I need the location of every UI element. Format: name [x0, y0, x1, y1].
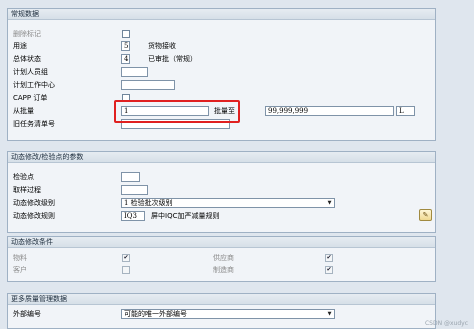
usage-label: 用途 [13, 42, 27, 50]
general-data-group: 常规数据 删除标记 用途 5 货物接收 总体状态 4 已审批（常规） 计划人员组… [7, 8, 436, 141]
watermark: CSDN @xudyc [424, 320, 468, 327]
old-task-list-label: 旧任务清单号 [13, 120, 55, 128]
deletion-flag-label: 删除标记 [13, 30, 41, 38]
mod-level-dropdown[interactable]: 1 检验批次级别 ▼ [121, 198, 335, 208]
inspection-point-field[interactable] [121, 172, 140, 182]
deletion-flag-checkbox[interactable] [122, 30, 130, 38]
plan-work-center-field[interactable] [121, 80, 175, 90]
external-number-dropdown[interactable]: 可能的唯一外部编号 ▼ [121, 309, 335, 319]
external-number-label: 外部编号 [13, 310, 41, 318]
top-strip [0, 0, 474, 8]
highlight-box [114, 100, 240, 123]
material-label: 物料 [13, 254, 27, 262]
manufacturer-checkbox[interactable]: ✔ [325, 266, 333, 274]
mod-level-value: 1 检验批次级别 [124, 199, 173, 207]
vendor-label: 供应商 [213, 254, 234, 262]
material-checkbox[interactable]: ✔ [122, 254, 130, 262]
customer-label: 客户 [13, 266, 27, 274]
sampling-procedure-field[interactable] [121, 185, 148, 195]
unit-field[interactable]: L [396, 106, 415, 116]
customer-checkbox[interactable] [122, 266, 130, 274]
general-data-header: 常规数据 [8, 9, 435, 20]
dynamic-mod-header: 动态修改/检验点的参数 [8, 152, 435, 163]
mod-conditions-group: 动态修改条件 物料 ✔ 供应商 ✔ 客户 制造商 ✔ [7, 236, 436, 282]
inspection-point-label: 检验点 [13, 173, 34, 181]
usage-field[interactable]: 5 [121, 41, 130, 51]
mod-level-label: 动态修改级别 [13, 199, 55, 207]
chevron-down-icon[interactable]: ▼ [326, 200, 333, 206]
capp-order-label: CAPP 订单 [13, 94, 48, 102]
status-field[interactable]: 4 [121, 54, 130, 64]
mod-conditions-header: 动态修改条件 [8, 237, 435, 248]
status-desc: 已审批（常规） [148, 55, 197, 63]
mod-rule-label: 动态修改规则 [13, 212, 55, 220]
sampling-procedure-label: 取样过程 [13, 186, 41, 194]
planner-group-label: 计划人员组 [13, 68, 48, 76]
manufacturer-label: 制造商 [213, 266, 234, 274]
plan-work-center-label: 计划工作中心 [13, 81, 55, 89]
from-lot-label: 从批量 [13, 107, 34, 115]
usage-desc: 货物接收 [148, 42, 176, 50]
mod-rule-field[interactable]: IQ3 [121, 211, 145, 221]
chevron-down-icon[interactable]: ▼ [326, 311, 333, 317]
external-number-value: 可能的唯一外部编号 [124, 310, 187, 318]
dynamic-mod-group: 动态修改/检验点的参数 检验点 取样过程 动态修改级别 1 检验批次级别 ▼ 动… [7, 151, 436, 233]
quality-data-header: 更多质量管理数据 [8, 294, 435, 305]
to-lot-field[interactable]: 99,999,999 [265, 106, 394, 116]
quality-data-group: 更多质量管理数据 外部编号 可能的唯一外部编号 ▼ [7, 293, 436, 329]
overall-status-label: 总体状态 [13, 55, 41, 63]
planner-group-field[interactable] [121, 67, 148, 77]
edit-rule-icon[interactable]: ✎ [419, 209, 432, 221]
vendor-checkbox[interactable]: ✔ [325, 254, 333, 262]
mod-rule-desc: 屏中IQC加严减量规则 [151, 212, 220, 220]
